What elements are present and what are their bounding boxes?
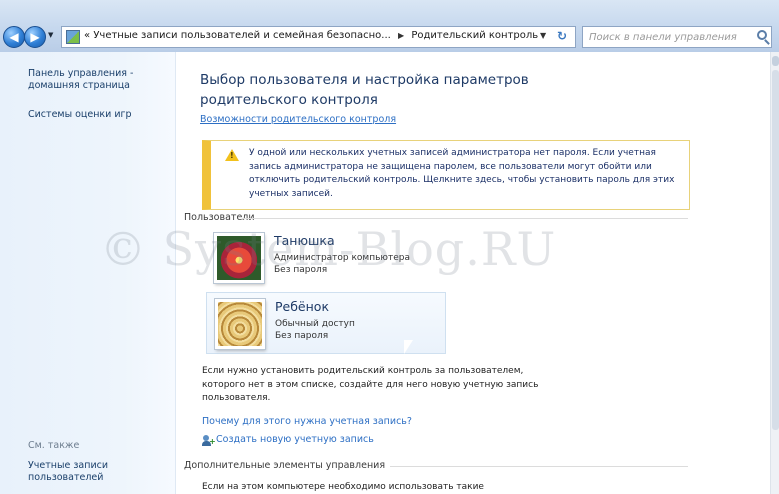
warning-text[interactable]: У одной или нескольких учетных записей а… [249, 147, 689, 201]
control-panel-home-link[interactable]: Панель управления - домашняя страница [28, 68, 158, 92]
why-account-needed-link[interactable]: Почему для этого нужна учетная запись? [202, 416, 412, 427]
new-account-info: Если нужно установить родительский контр… [202, 366, 539, 403]
see-also-label: См. также [28, 440, 80, 451]
mouse-cursor-icon [403, 339, 414, 355]
forward-arrow-icon[interactable]: ▶ [24, 26, 46, 48]
user-accounts-link[interactable]: Учетные записи пользователей [28, 460, 148, 484]
avatar [215, 299, 265, 349]
create-account-link[interactable]: Создать новую учетную запись [216, 434, 374, 445]
breadcrumb-overflow[interactable]: « [84, 30, 90, 41]
add-plus-icon: + [209, 437, 216, 446]
back-arrow-icon[interactable]: ◀ [3, 26, 25, 48]
vertical-scrollbar[interactable] [770, 52, 779, 494]
game-ratings-link[interactable]: Системы оценки игр [28, 109, 132, 121]
user-password-status: Без пароля [275, 331, 329, 341]
user-name: Ребёнок [275, 299, 329, 314]
breadcrumb-parent[interactable]: Учетные записи пользователей и семейная … [93, 30, 391, 41]
breadcrumb[interactable]: « Учетные записи пользователей и семейна… [61, 26, 576, 48]
watermark: © System-Blog.RU [100, 222, 557, 276]
search-icon[interactable] [757, 30, 767, 40]
warning-icon [225, 149, 239, 161]
refresh-icon[interactable]: ↻ [557, 29, 567, 43]
extra-controls-divider [390, 466, 688, 467]
breadcrumb-text: « Учетные записи пользователей и семейна… [84, 30, 538, 41]
search-box[interactable] [582, 26, 772, 48]
page-title: Выбор пользователя и настройка параметро… [200, 72, 529, 108]
admin-password-warning[interactable]: У одной или нескольких учетных записей а… [202, 140, 690, 210]
control-panel-icon [66, 30, 80, 44]
users-section-divider [242, 218, 688, 219]
extra-controls-label: Дополнительные элементы управления [184, 460, 386, 471]
address-dropdown-icon[interactable]: ▼ [540, 31, 546, 40]
breadcrumb-separator-icon[interactable]: ▶ [394, 31, 408, 40]
parental-features-link[interactable]: Возможности родительского контроля [200, 114, 396, 125]
breadcrumb-current[interactable]: Родительский контроль [411, 30, 538, 41]
address-bar: ◀ ▶ ▼ « Учетные записи пользователей и с… [0, 0, 779, 52]
user-account-type: Обычный доступ [275, 319, 355, 329]
scroll-thumb[interactable] [772, 70, 779, 430]
recent-pages-chevron-icon[interactable]: ▼ [48, 31, 53, 39]
scroll-up-icon[interactable] [772, 56, 779, 66]
extra-controls-text: Если на этом компьютере необходимо испол… [202, 482, 484, 492]
search-input[interactable] [589, 30, 749, 44]
